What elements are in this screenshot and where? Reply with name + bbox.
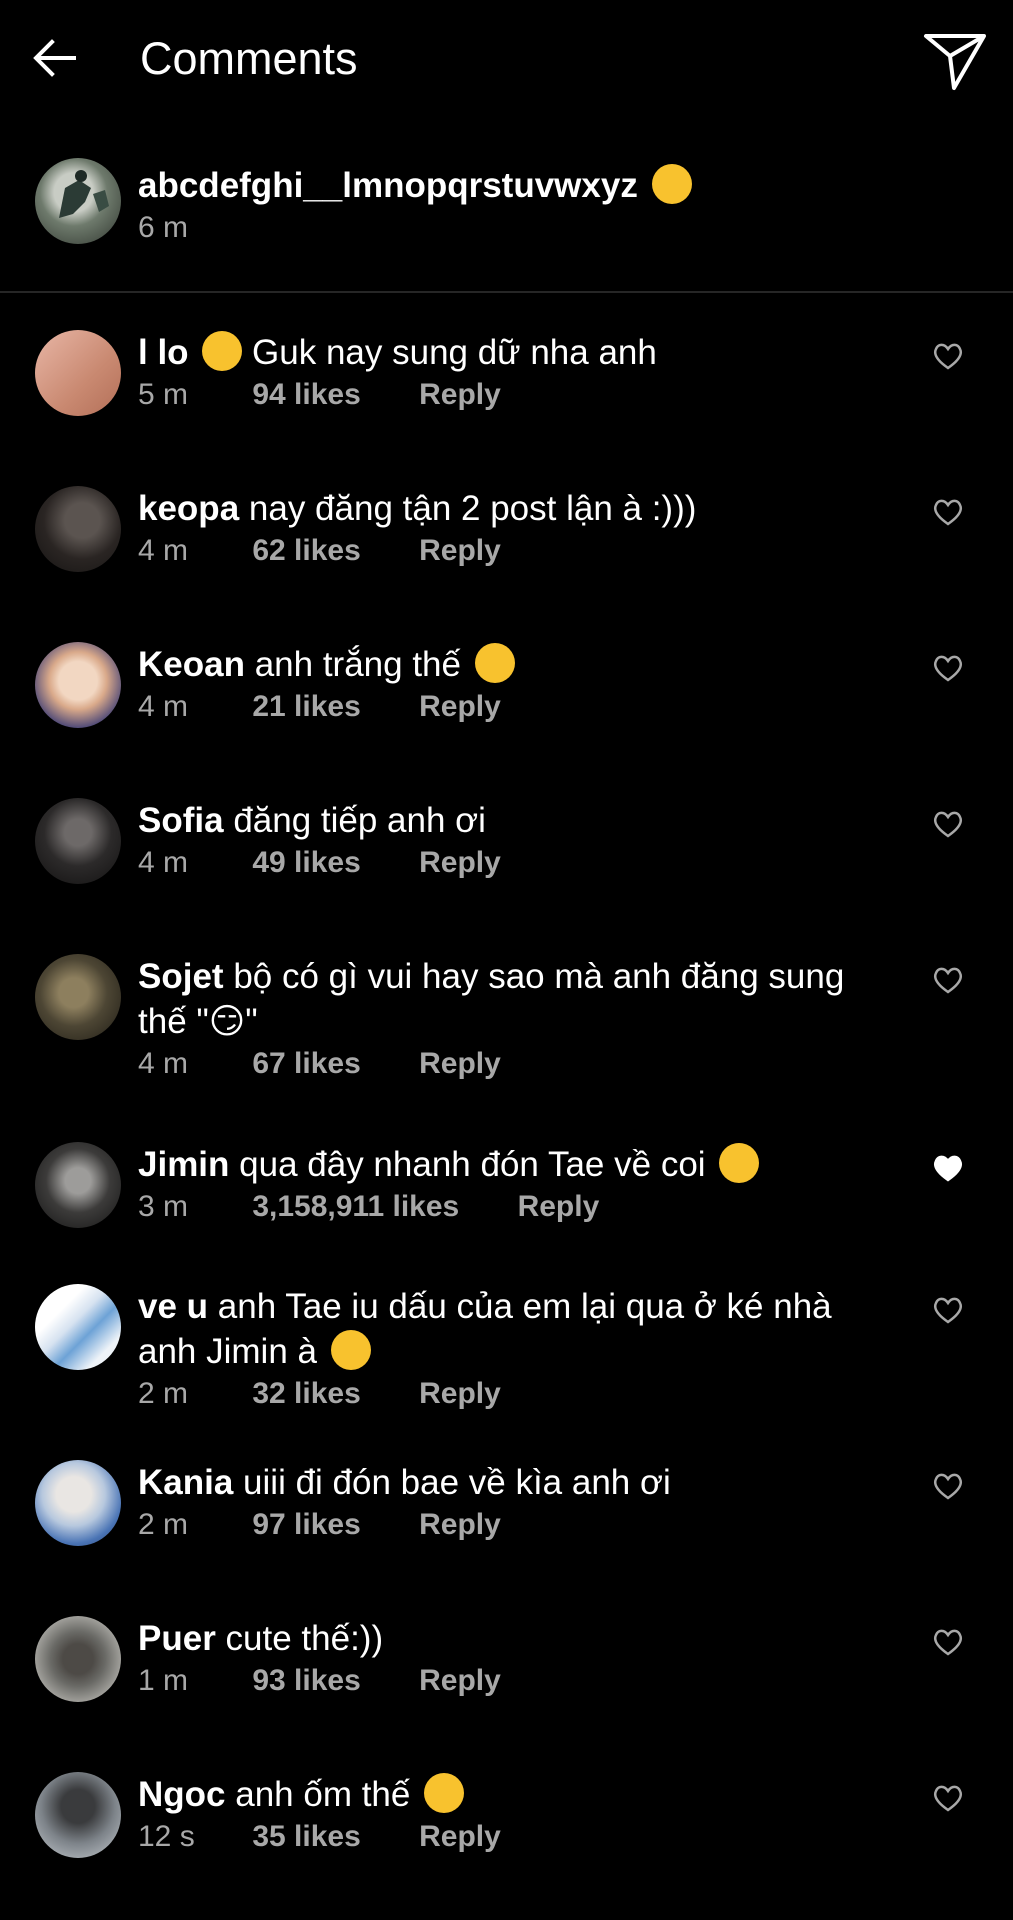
comment-text: uiii đi đón bae về kìa anh ơi	[243, 1463, 671, 1502]
comment-username[interactable]: keopa	[138, 489, 239, 528]
reply-button[interactable]: Reply	[419, 843, 501, 883]
comment-likes[interactable]: 3,158,911 likes	[252, 1187, 459, 1227]
avatar[interactable]	[35, 1772, 121, 1858]
comment-text: anh trắng thế	[254, 645, 461, 684]
comment-username[interactable]: Ngoc	[138, 1775, 226, 1814]
comment-username[interactable]: Sojet	[138, 957, 224, 996]
avatar[interactable]	[35, 642, 121, 728]
comment-time: 1 m	[138, 1664, 189, 1697]
heart-outline-icon[interactable]	[932, 653, 964, 683]
divider	[0, 291, 1013, 293]
comment-likes[interactable]: 32 likes	[252, 1374, 360, 1414]
paper-plane-icon[interactable]	[922, 30, 988, 92]
comment-time: 2 m	[138, 1377, 189, 1410]
comment-username[interactable]: Puer	[138, 1619, 216, 1658]
comment-time: 3 m	[138, 1190, 189, 1223]
face-with-hand-over-mouth-emoji	[330, 1330, 371, 1370]
heart-outline-icon[interactable]	[932, 1471, 964, 1501]
comment-text: anh Tae iu dấu của em lại qua ở ké nhà a…	[138, 1287, 832, 1371]
avatar[interactable]	[35, 1460, 121, 1546]
face-with-steam-emoji	[719, 1143, 760, 1183]
page-title: Comments	[140, 33, 358, 84]
avatar[interactable]	[35, 158, 121, 244]
caption-timestamp: 6 m	[138, 211, 189, 244]
comment-time: 12 s	[138, 1820, 195, 1853]
heart-outline-icon[interactable]	[932, 965, 964, 995]
comment-username[interactable]: l lo	[138, 333, 189, 372]
avatar[interactable]	[35, 1142, 121, 1228]
comment-text: đăng tiếp anh ơi	[233, 801, 486, 840]
comment-username[interactable]: Keoan	[138, 645, 245, 684]
comment-likes[interactable]: 93 likes	[252, 1661, 360, 1701]
avatar[interactable]	[35, 954, 121, 1040]
comment-time: 4 m	[138, 690, 189, 723]
comment-likes[interactable]: 21 likes	[252, 687, 360, 727]
heart-filled-icon[interactable]	[932, 1153, 964, 1183]
avatar[interactable]	[35, 330, 121, 416]
comment-username[interactable]: Sofia	[138, 801, 224, 840]
reply-button[interactable]: Reply	[419, 1505, 501, 1545]
caption-username[interactable]: abcdefghi__lmnopqrstuvwxyz	[138, 166, 638, 205]
heart-outline-icon[interactable]	[932, 1783, 964, 1813]
heart-outline-icon[interactable]	[932, 497, 964, 527]
arrow-left-icon[interactable]	[30, 34, 78, 82]
comment-time: 4 m	[138, 846, 189, 879]
comment-text: cute thế:))	[225, 1619, 384, 1658]
reply-button[interactable]: Reply	[419, 375, 501, 415]
pleading-face-emoji	[474, 643, 515, 683]
avatar[interactable]	[35, 1616, 121, 1702]
reply-button[interactable]: Reply	[419, 1661, 501, 1701]
comment-username[interactable]: ve u	[138, 1287, 208, 1326]
reply-button[interactable]: Reply	[419, 1044, 501, 1084]
comment-likes[interactable]: 49 likes	[252, 843, 360, 883]
comment-text: Guk nay sung dữ nha anh	[252, 333, 657, 372]
comment-text: qua đây nhanh đón Tae về coi	[239, 1145, 706, 1184]
comment-text: nay đăng tận 2 post lận à :)))	[248, 489, 697, 528]
comment-time: 5 m	[138, 378, 189, 411]
reply-button[interactable]: Reply	[419, 531, 501, 571]
header: Comments	[0, 0, 1013, 120]
heart-outline-icon[interactable]	[932, 1627, 964, 1657]
kissing-emoji	[651, 164, 692, 204]
caption-body: abcdefghi__lmnopqrstuvwxyz 6 m	[138, 164, 692, 248]
reply-button[interactable]: Reply	[419, 1374, 501, 1414]
reply-button[interactable]: Reply	[419, 687, 501, 727]
comment-username[interactable]: Jimin	[138, 1145, 229, 1184]
avatar[interactable]	[35, 486, 121, 572]
comment-likes[interactable]: 67 likes	[252, 1044, 360, 1084]
comment-likes[interactable]: 94 likes	[252, 375, 360, 415]
heart-outline-icon[interactable]	[932, 1295, 964, 1325]
comment-likes[interactable]: 35 likes	[252, 1817, 360, 1857]
comment-username[interactable]: Kania	[138, 1463, 233, 1502]
avatar[interactable]	[35, 798, 121, 884]
pleading-face-emoji	[424, 1773, 465, 1813]
kissing-face-emoji	[202, 331, 243, 371]
reply-button[interactable]: Reply	[518, 1187, 600, 1227]
heart-outline-icon[interactable]	[932, 341, 964, 371]
comment-time: 4 m	[138, 1047, 189, 1080]
comment-likes[interactable]: 97 likes	[252, 1505, 360, 1545]
comment-time: 2 m	[138, 1508, 189, 1541]
comment-likes[interactable]: 62 likes	[252, 531, 360, 571]
reply-button[interactable]: Reply	[419, 1817, 501, 1857]
heart-outline-icon[interactable]	[932, 809, 964, 839]
avatar[interactable]	[35, 1284, 121, 1370]
comment-text: anh ốm thế	[235, 1775, 411, 1814]
post-caption: abcdefghi__lmnopqrstuvwxyz 6 m	[0, 150, 1013, 290]
comment-time: 4 m	[138, 534, 189, 567]
comment-text: bộ có gì vui hay sao mà anh đăng sung th…	[138, 957, 845, 1041]
